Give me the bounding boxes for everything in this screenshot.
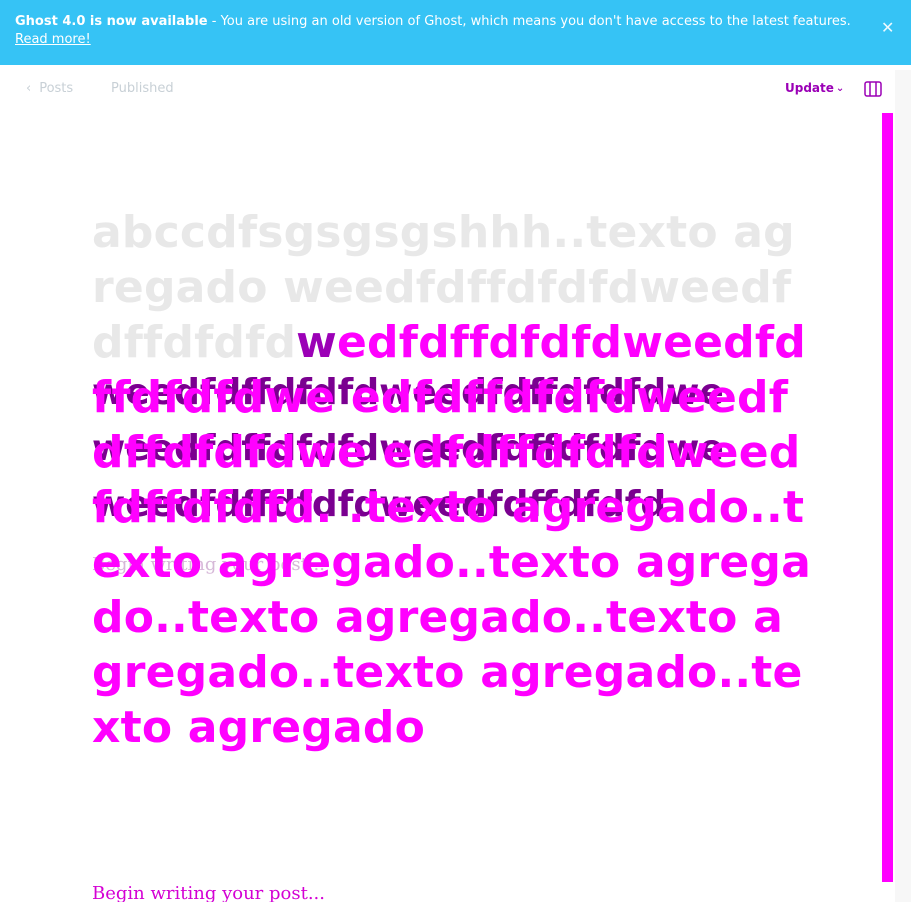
chevron-down-icon: ⌄ [835,82,845,94]
banner-message: - You are using an old version of Ghost,… [207,14,851,29]
back-to-posts-link[interactable]: ‹ Posts [26,81,73,96]
editor-header: ‹ Posts Published Update ⌄ [0,65,911,113]
banner-strong: Ghost 4.0 is now available [15,14,208,29]
post-body-input[interactable]: Begin writing your post... [92,883,325,902]
close-icon[interactable]: ✕ [881,20,895,36]
scroll-track [895,70,911,902]
settings-icon[interactable] [864,80,882,98]
update-label: Update [785,81,834,95]
title-text-highlighted: edfdffdfdfdweedfdffdfdfdwe edfdffdfdfdwe… [92,317,812,753]
update-button[interactable]: Update ⌄ [785,81,844,95]
read-more-link[interactable]: Read more! [15,31,91,49]
back-label: Posts [39,81,74,96]
post-status: Published [111,81,174,96]
scrollbar-thumb[interactable] [882,113,893,882]
upgrade-banner: Ghost 4.0 is now available - You are usi… [0,0,911,65]
post-title-input[interactable]: abccdfsgsgsgshhh..texto agregado weedfdf… [92,205,812,755]
title-text-dark: w [296,317,338,368]
chevron-left-icon: ‹ [26,81,32,96]
